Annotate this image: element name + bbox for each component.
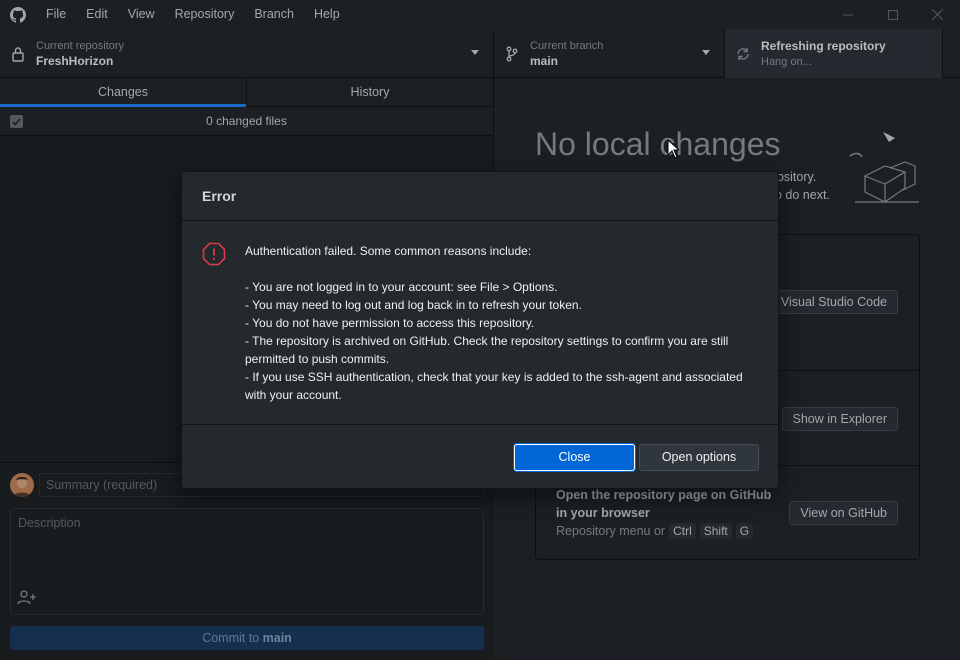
close-button[interactable]: Close: [514, 444, 635, 471]
error-line: - You do not have permission to access t…: [245, 316, 535, 330]
error-message: Authentication failed. Some common reaso…: [245, 242, 755, 404]
open-options-button[interactable]: Open options: [639, 444, 759, 471]
error-line: - The repository is archived on GitHub. …: [245, 334, 732, 366]
dialog-footer: Close Open options: [182, 424, 778, 489]
mouse-cursor-icon: [667, 139, 679, 159]
dialog-body: Authentication failed. Some common reaso…: [182, 222, 778, 424]
error-line: - You may need to log out and log back i…: [245, 298, 582, 312]
dialog-header: Error: [182, 172, 778, 221]
error-line: [245, 260, 755, 278]
dialog-title: Error: [202, 188, 237, 204]
error-line: - If you use SSH authentication, check t…: [245, 370, 746, 402]
error-line: Authentication failed. Some common reaso…: [245, 244, 532, 258]
error-octagon-icon: [202, 242, 226, 266]
error-line: - You are not logged in to your account:…: [245, 280, 558, 294]
error-dialog: Error Authentication failed. Some common…: [181, 171, 779, 489]
